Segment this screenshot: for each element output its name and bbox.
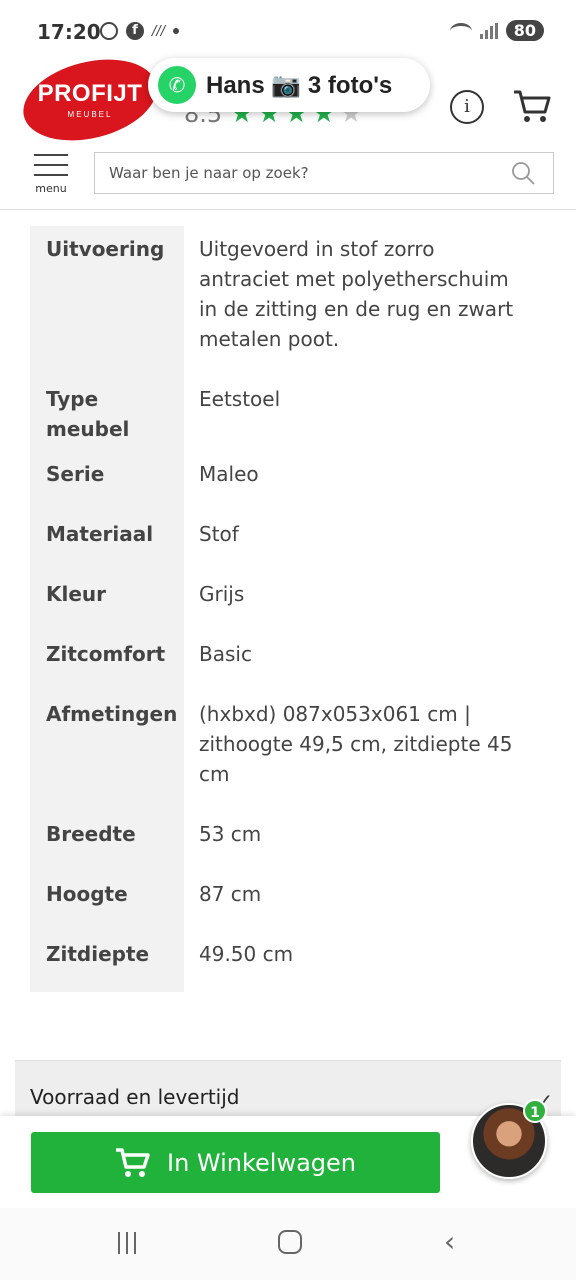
system-navigation-bar: ‹ [0,1208,576,1280]
whatsapp-notification-pill[interactable]: ✆ Hans 📷 3 foto's [148,58,430,112]
profijt-logo[interactable]: PROFIJT MEUBEL [14,46,166,154]
accordion-title: Voorraad en levertijd [30,1085,240,1109]
stock-delivery-accordion[interactable]: Voorraad en levertijd ✓ [15,1060,561,1120]
hamburger-icon [34,154,68,156]
whatsapp-notification-text: Hans 📷 3 foto's [206,71,393,99]
spec-value: Grijs [199,582,245,606]
spec-label: Serie [46,462,105,486]
cart-icon[interactable] [512,88,552,124]
spec-label: Breedte [46,822,136,846]
facebook-status-icon: f [126,22,144,40]
spec-value: 49.50 cm [199,942,294,966]
spec-value: 53 cm [199,822,262,846]
spec-value: (hxbxd) 087x053x061 cm | zithoogte 49,5 … [199,702,513,786]
info-icon[interactable]: i [450,90,484,124]
spec-value: Stof [199,522,239,546]
logo-subtext: MEUBEL [67,110,113,119]
chat-unread-badge: 1 [523,1099,547,1123]
logo-text: PROFIJT [37,80,143,107]
search-input[interactable] [95,153,495,193]
spec-label: Zitcomfort [46,642,166,666]
menu-button[interactable]: menu [32,154,70,202]
site-header: PROFIJT MEUBEL 8.5 ★ ★ ★ ★ ★ ✆ Hans 📷 3 … [0,46,576,154]
whatsapp-status-icon [100,22,118,40]
spec-label-column [30,226,184,992]
spec-label: Afmetingen [46,702,178,726]
misc-status-icon: /// [152,23,166,39]
spec-value: Uitgevoerd in stof zorro antraciet met p… [199,237,514,351]
search-row: menu [0,144,576,210]
whatsapp-icon: ✆ [158,66,196,104]
hamburger-icon-bar [34,174,68,176]
search-icon[interactable] [511,161,535,185]
battery-indicator: 80 [505,20,544,41]
status-notification-icons: f /// [100,22,180,40]
status-bar: 17:20 f /// 80 [0,0,576,62]
spec-label: Zitdiepte [46,942,150,966]
status-time: 17:20 [37,20,101,44]
menu-label: menu [35,182,67,195]
back-icon[interactable]: ‹ [444,1228,455,1256]
spec-label: Kleur [46,582,107,606]
spec-label: Type meubel [46,387,130,441]
signal-icon [479,22,498,39]
spec-label: Hoogte [46,882,128,906]
home-icon[interactable] [278,1230,302,1254]
search-box [94,152,554,194]
hamburger-icon-bar [34,164,68,166]
spec-label: Materiaal [46,522,154,546]
add-to-cart-label: In Winkelwagen [166,1148,357,1177]
recents-icon[interactable] [118,1232,136,1254]
spec-value: Maleo [199,462,259,486]
spec-value: Eetstoel [199,387,281,411]
more-notifications-dot-icon [173,28,180,34]
status-system-icons: 80 [449,20,544,41]
add-to-cart-button[interactable]: In Winkelwagen [31,1132,440,1193]
spec-value: Basic [199,642,252,666]
spec-label: Uitvoering [46,237,165,261]
wifi-icon [449,22,472,39]
spec-value: 87 cm [199,882,262,906]
cart-icon [115,1147,150,1177]
